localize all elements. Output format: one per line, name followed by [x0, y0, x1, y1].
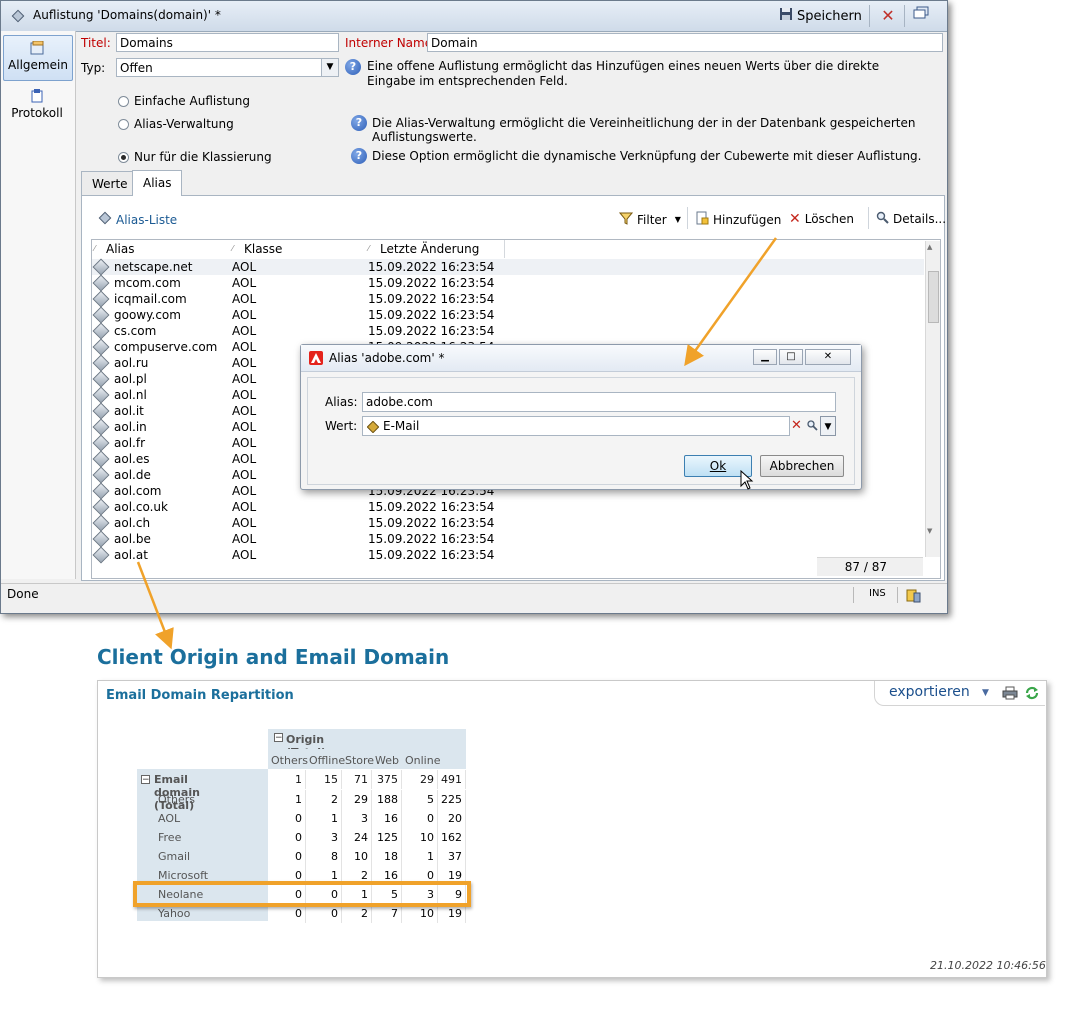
print-icon[interactable] — [1002, 686, 1018, 703]
tab-alias[interactable]: Alias — [132, 170, 183, 196]
pivot-row-label: Gmail — [158, 850, 191, 863]
pivot-cell: 1 — [402, 847, 438, 866]
pivot-cell: 0 — [268, 847, 306, 866]
origin-column-header: Web — [375, 754, 399, 767]
pivot-row-label: Others — [158, 793, 195, 806]
pivot-row-label: Free — [158, 831, 182, 844]
pivot-cell: 162 — [438, 828, 466, 847]
pivot-cell: 5 — [402, 790, 438, 809]
arrow-to-dialog — [684, 237, 778, 367]
pivot-cell: 125 — [372, 828, 402, 847]
pivot-cell: 0 — [268, 828, 306, 847]
pivot-cell: 10 — [402, 828, 438, 847]
origin-column-header: Offline — [309, 754, 346, 767]
pivot-cell: 8 — [306, 847, 342, 866]
pivot-cell: 29 — [402, 770, 438, 789]
pivot-cell: 29 — [342, 790, 372, 809]
pivot-cell: 24 — [342, 828, 372, 847]
export-label: exportieren — [889, 684, 970, 700]
collapse-icon[interactable]: − — [274, 733, 283, 743]
pivot-cell: 3 — [306, 828, 342, 847]
pivot-cell: 1 — [306, 809, 342, 828]
pivot-cell: 0 — [402, 809, 438, 828]
pivot-cell: 188 — [372, 790, 402, 809]
pivot-cell: 0 — [268, 809, 306, 828]
export-link[interactable]: exportieren — [889, 684, 970, 700]
pivot-cell: 1 — [268, 790, 306, 809]
pivot-cell: 15 — [306, 770, 342, 789]
report-subtitle: Email Domain Repartition — [106, 688, 294, 703]
pivot-cell: 3 — [342, 809, 372, 828]
pivot-cell: 18 — [372, 847, 402, 866]
pivot-cell: 37 — [438, 847, 466, 866]
origin-column-header: Online — [405, 754, 441, 767]
pivot-cell: 10 — [342, 847, 372, 866]
origin-column-header: Others — [271, 754, 308, 767]
pivot-cell: 491 — [438, 770, 466, 789]
refresh-icon[interactable] — [1024, 685, 1040, 704]
pivot-row-label: AOL — [158, 812, 181, 825]
pivot-cell: 375 — [372, 770, 402, 789]
report-title: Client Origin and Email Domain — [97, 645, 450, 669]
origin-column-header: Store — [345, 754, 375, 767]
pivot-cell: 2 — [306, 790, 342, 809]
pivot-cell: 20 — [438, 809, 466, 828]
arrow-to-report — [136, 561, 174, 650]
pivot-cell: 1 — [268, 770, 306, 789]
pivot-cell: 225 — [438, 790, 466, 809]
chevron-down-icon[interactable]: ▼ — [982, 688, 989, 698]
pivot-row-label: Yahoo — [158, 907, 191, 920]
neolane-highlight — [133, 881, 471, 907]
pivot-cell: 16 — [372, 809, 402, 828]
pivot-cell: 71 — [342, 770, 372, 789]
collapse-icon[interactable]: − — [141, 775, 150, 785]
report-timestamp: 21.10.2022 10:46:56 — [930, 959, 1046, 972]
